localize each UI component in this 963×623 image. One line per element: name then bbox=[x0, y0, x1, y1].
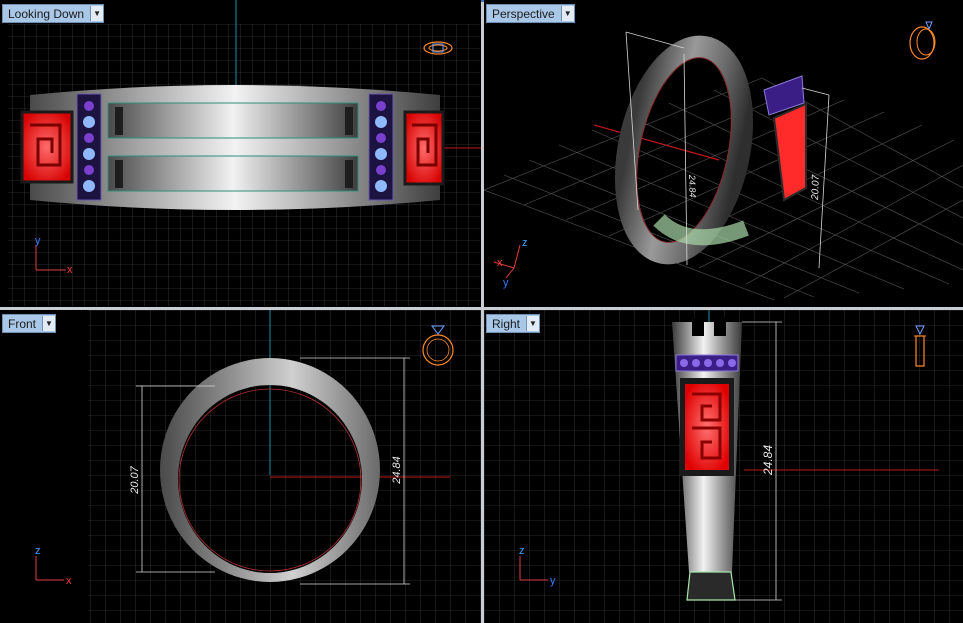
svg-text:20.07: 20.07 bbox=[810, 174, 822, 201]
viewport-label-perspective[interactable]: Perspective ▼ bbox=[486, 4, 575, 23]
viewport-title: Front bbox=[8, 316, 37, 331]
svg-text:z: z bbox=[35, 545, 41, 557]
svg-text:z: z bbox=[522, 237, 528, 249]
svg-text:24.84: 24.84 bbox=[761, 445, 775, 476]
top-canvas[interactable]: y x bbox=[0, 0, 481, 307]
dropdown-arrow-icon[interactable]: ▼ bbox=[526, 316, 540, 331]
svg-text:24.84: 24.84 bbox=[391, 456, 403, 485]
svg-text:z: z bbox=[519, 545, 525, 557]
svg-text:y: y bbox=[550, 575, 556, 587]
viewport-title: Right bbox=[492, 316, 521, 331]
svg-text:24.84: 24.84 bbox=[687, 174, 698, 198]
viewport-perspective[interactable]: 24.84 20.07 z x y Perspective ▼ bbox=[484, 0, 963, 307]
dropdown-arrow-icon[interactable]: ▼ bbox=[42, 316, 56, 331]
viewport-right[interactable]: 24.84 z y Right ▼ bbox=[484, 310, 963, 623]
shank-base bbox=[686, 571, 736, 601]
svg-text:y: y bbox=[503, 277, 509, 289]
viewport-label-right[interactable]: Right ▼ bbox=[486, 314, 541, 333]
viewport-title: Looking Down bbox=[8, 6, 85, 21]
viewport-label-front[interactable]: Front ▼ bbox=[2, 314, 57, 333]
front-canvas[interactable]: 20.07 24.84 z x bbox=[0, 310, 481, 623]
viewport-looking-down[interactable]: y x Looking Down ▼ bbox=[0, 0, 481, 307]
dropdown-arrow-icon[interactable]: ▼ bbox=[560, 6, 574, 21]
greek-key-plaque-left bbox=[20, 110, 74, 184]
right-canvas[interactable]: 24.84 z y bbox=[484, 310, 963, 623]
viewport-title: Perspective bbox=[492, 6, 555, 21]
svg-text:x: x bbox=[67, 264, 73, 276]
svg-text:y: y bbox=[35, 235, 41, 247]
perspective-canvas[interactable]: 24.84 20.07 z x y bbox=[484, 0, 963, 307]
dropdown-arrow-icon[interactable]: ▼ bbox=[90, 6, 104, 21]
viewport-front[interactable]: 20.07 24.84 z x Front ▼ bbox=[0, 310, 481, 623]
svg-text:x: x bbox=[66, 575, 72, 587]
svg-text:x: x bbox=[497, 257, 503, 269]
svg-text:20.07: 20.07 bbox=[129, 465, 141, 494]
viewport-label-looking-down[interactable]: Looking Down ▼ bbox=[2, 4, 105, 23]
